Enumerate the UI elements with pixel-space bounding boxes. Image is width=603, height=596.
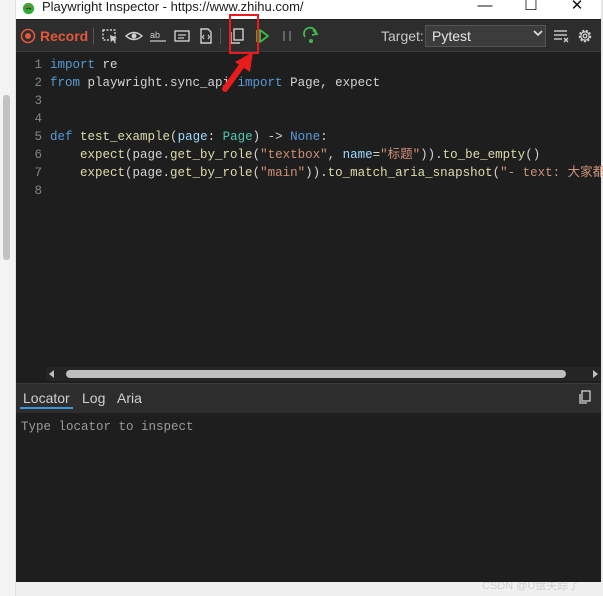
active-tab-indicator — [20, 407, 73, 409]
tab-locator[interactable]: Locator — [23, 390, 70, 406]
code-line: from playwright.sync_api import Page, ex… — [50, 76, 381, 90]
line-number: 5 — [34, 130, 42, 144]
line-number: 6 — [34, 148, 42, 162]
red-arrow-annotation — [222, 52, 253, 92]
outer-bottom-edge: CSDN @U盘失踪了 — [16, 580, 603, 596]
code-line: import re — [50, 58, 118, 72]
assert-text-icon[interactable]: ab — [148, 26, 168, 46]
step-over-icon[interactable] — [301, 26, 321, 46]
line-number: 8 — [34, 184, 42, 198]
code-line: expect(page.get_by_role("main")).to_matc… — [80, 166, 603, 180]
tab-log[interactable]: Log — [82, 390, 105, 406]
minimize-button[interactable]: — — [470, 0, 500, 16]
scroll-left-icon[interactable] — [48, 370, 56, 378]
target-language-select[interactable]: Pytest — [425, 25, 546, 47]
inspector-window: Playwright Inspector - https://www.zhihu… — [16, 0, 603, 582]
line-number: 2 — [34, 76, 42, 90]
outer-window-edge — [0, 0, 16, 596]
scroll-right-icon[interactable] — [591, 370, 599, 378]
code-editor[interactable]: 1 2 3 4 5 6 7 8 import re from playwrigh… — [16, 53, 603, 365]
clear-icon[interactable] — [551, 26, 571, 46]
record-icon — [20, 28, 36, 44]
chevron-down-icon — [533, 30, 543, 37]
pause-icon[interactable] — [277, 26, 297, 46]
toolbar-separator — [93, 28, 94, 44]
close-button[interactable]: ✕ — [562, 0, 592, 16]
code-line: expect(page.get_by_role("textbox", name=… — [80, 148, 541, 162]
window-title: Playwright Inspector - https://www.zhihu… — [42, 0, 304, 14]
locator-input[interactable]: Type locator to inspect — [21, 420, 194, 434]
highlight-box — [229, 14, 259, 54]
toolbar-separator — [220, 28, 221, 44]
line-number: 3 — [34, 94, 42, 108]
target-label: Target: — [381, 28, 424, 44]
record-button[interactable]: Record — [20, 26, 88, 46]
assert-value-icon[interactable] — [172, 26, 192, 46]
line-number: 4 — [34, 112, 42, 126]
assert-snapshot-icon[interactable] — [196, 26, 216, 46]
copy-locator-icon[interactable] — [577, 389, 593, 405]
toolbar: Record ab Target: Pytest — [16, 20, 601, 52]
tab-aria[interactable]: Aria — [117, 390, 142, 406]
bottom-panel-tabs: Locator Log Aria — [16, 383, 601, 413]
scrollbar-thumb[interactable] — [66, 370, 566, 378]
code-line: def test_example(page: Page) -> None: — [50, 130, 328, 144]
maximize-button[interactable]: ☐ — [516, 0, 546, 16]
target-select-value: Pytest — [432, 28, 471, 44]
outer-scrollbar[interactable] — [3, 95, 10, 260]
assert-visibility-icon[interactable] — [124, 26, 144, 46]
svg-text:ab: ab — [150, 30, 160, 40]
line-number: 7 — [34, 166, 42, 180]
pick-locator-icon[interactable] — [100, 26, 120, 46]
playwright-logo-icon — [22, 2, 35, 15]
settings-icon[interactable] — [575, 26, 595, 46]
title-bar: Playwright Inspector - https://www.zhihu… — [16, 0, 601, 19]
line-number: 1 — [34, 58, 42, 72]
record-label: Record — [40, 28, 89, 44]
